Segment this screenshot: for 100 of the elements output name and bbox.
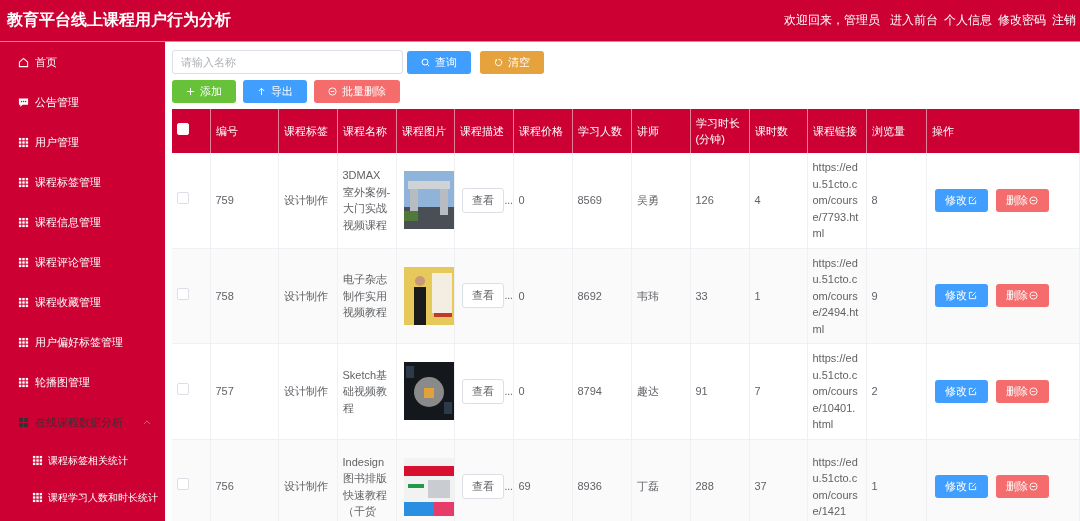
table-cell: 设计制作 bbox=[278, 343, 337, 439]
table-cell: 8569 bbox=[572, 153, 631, 248]
table-cell: 3DMAX室外案例-大门实战视频课程 bbox=[337, 153, 396, 248]
grid-icon bbox=[32, 492, 43, 503]
sidebar-item[interactable]: 课程评论管理 bbox=[0, 242, 165, 282]
table-cell: https://edu.51cto.com/course/2494.html bbox=[807, 248, 866, 344]
grid-icon bbox=[18, 216, 29, 228]
grid-icon bbox=[32, 455, 43, 466]
view-button[interactable]: 查看 bbox=[461, 187, 504, 213]
table-cell: Indesign图书排版快速教程（干货 bbox=[337, 439, 396, 521]
ellipsis-text: ... bbox=[504, 481, 513, 492]
table-cell: 8794 bbox=[572, 343, 631, 439]
header-link[interactable]: 进入前台 bbox=[890, 13, 938, 28]
welcome-text: 欢迎回来，管理员 bbox=[784, 13, 880, 28]
column-header: 讲师 bbox=[631, 109, 690, 153]
row-checkbox[interactable] bbox=[177, 383, 189, 395]
minus-circle-icon bbox=[1029, 195, 1038, 205]
column-header: 课程名称 bbox=[337, 109, 396, 153]
table-cell: 0 bbox=[513, 248, 572, 344]
column-header: 课程价格 bbox=[513, 109, 572, 153]
sidebar-item[interactable]: 用户管理 bbox=[0, 122, 165, 162]
table-cell: https://edu.51cto.com/course/1421 bbox=[807, 439, 866, 521]
column-header: 操作 bbox=[926, 109, 1080, 153]
edit-icon bbox=[968, 195, 977, 205]
row-checkbox[interactable] bbox=[177, 192, 189, 204]
row-checkbox[interactable] bbox=[177, 287, 189, 300]
table-cell: 126 bbox=[690, 153, 749, 248]
table-cell: 电子杂志制作实用视频教程 bbox=[337, 248, 396, 344]
edit-icon bbox=[968, 386, 977, 396]
header-link[interactable]: 修改密码 bbox=[998, 13, 1046, 28]
column-header: 浏览量 bbox=[866, 109, 926, 153]
sidebar-item[interactable]: 公告管理 bbox=[0, 82, 165, 122]
table-cell: 1 bbox=[866, 439, 926, 521]
table-cell: 8 bbox=[866, 153, 926, 248]
row-checkbox[interactable] bbox=[177, 478, 189, 491]
caret-icon bbox=[143, 419, 151, 425]
table-cell: 吴勇 bbox=[631, 153, 690, 248]
grid-icon bbox=[18, 416, 29, 428]
table-cell: 37 bbox=[749, 439, 807, 521]
table-cell: 759 bbox=[210, 153, 278, 248]
sidebar-item[interactable]: 用户偏好标签管理 bbox=[0, 322, 165, 362]
grid-icon bbox=[18, 176, 29, 188]
column-header: 课程描述 bbox=[454, 109, 513, 153]
ellipsis-text: ... bbox=[504, 385, 513, 397]
up-arrow-icon bbox=[257, 87, 266, 96]
column-header: 学习人数 bbox=[572, 109, 631, 153]
table-cell: 8692 bbox=[572, 248, 631, 344]
table-cell: 丁磊 bbox=[631, 439, 690, 521]
table-cell: 69 bbox=[513, 439, 572, 521]
plus-icon bbox=[186, 87, 195, 96]
header-link[interactable]: 注销 bbox=[1052, 13, 1076, 28]
sidebar-item[interactable]: 课程收藏管理 bbox=[0, 282, 165, 322]
search-field[interactable]: 请输入名称 bbox=[172, 50, 403, 74]
column-header: 课时数 bbox=[749, 109, 807, 153]
sidebar-subitem[interactable]: 课程标签相关统计 bbox=[0, 442, 165, 479]
table-cell: 1 bbox=[749, 248, 807, 344]
app-title: 教育平台线上课程用户行为分析 bbox=[7, 10, 231, 30]
search-icon bbox=[421, 57, 430, 67]
minus-circle-icon bbox=[1029, 386, 1038, 396]
chat-icon bbox=[18, 96, 29, 108]
table-cell: 288 bbox=[690, 439, 749, 521]
edit-icon bbox=[968, 482, 977, 491]
table-cell: 韦玮 bbox=[631, 248, 690, 344]
table-cell: 33 bbox=[690, 248, 749, 344]
minus-circle-icon bbox=[328, 87, 337, 96]
sidebar-item[interactable]: 首页 bbox=[0, 42, 165, 82]
table-cell: 趣达 bbox=[631, 343, 690, 439]
column-header: 编号 bbox=[210, 109, 278, 153]
minus-circle-icon bbox=[1029, 482, 1038, 491]
table-cell: 91 bbox=[690, 343, 749, 439]
table-cell: 0 bbox=[513, 343, 572, 439]
column-header: 课程标签 bbox=[278, 109, 337, 153]
ellipsis-text: ... bbox=[504, 290, 513, 302]
table-cell: 7 bbox=[749, 343, 807, 439]
select-all-checkbox[interactable] bbox=[177, 123, 189, 135]
sidebar-item[interactable]: 课程标签管理 bbox=[0, 162, 165, 202]
view-button[interactable]: 查看 bbox=[461, 474, 504, 499]
table-cell: 设计制作 bbox=[278, 439, 337, 521]
edit-icon bbox=[968, 291, 977, 301]
table-cell: 758 bbox=[210, 248, 278, 344]
table-cell: 设计制作 bbox=[278, 248, 337, 344]
view-button[interactable]: 查看 bbox=[461, 378, 504, 404]
sidebar-subitem[interactable]: 课程学习人数和时长统计 bbox=[0, 479, 165, 516]
table-cell: https://edu.51cto.com/course/10401.html bbox=[807, 343, 866, 439]
column-header: 学习时长(分钟) bbox=[690, 109, 749, 153]
sidebar-item[interactable]: 课程信息管理 bbox=[0, 202, 165, 242]
table-cell: 2 bbox=[866, 343, 926, 439]
header-link[interactable]: 个人信息 bbox=[944, 13, 992, 28]
table-cell: 756 bbox=[210, 439, 278, 521]
sidebar-item[interactable]: 轮播图管理 bbox=[0, 362, 165, 402]
home-icon bbox=[18, 56, 29, 68]
table-cell: 8936 bbox=[572, 439, 631, 521]
column-header: 课程图片 bbox=[396, 109, 454, 153]
grid-icon bbox=[18, 296, 29, 308]
view-button[interactable]: 查看 bbox=[461, 283, 504, 309]
refresh-icon bbox=[494, 57, 503, 67]
minus-circle-icon bbox=[1029, 291, 1038, 301]
table-cell: 0 bbox=[513, 153, 572, 248]
table-cell: 4 bbox=[749, 153, 807, 248]
grid-icon bbox=[18, 256, 29, 268]
